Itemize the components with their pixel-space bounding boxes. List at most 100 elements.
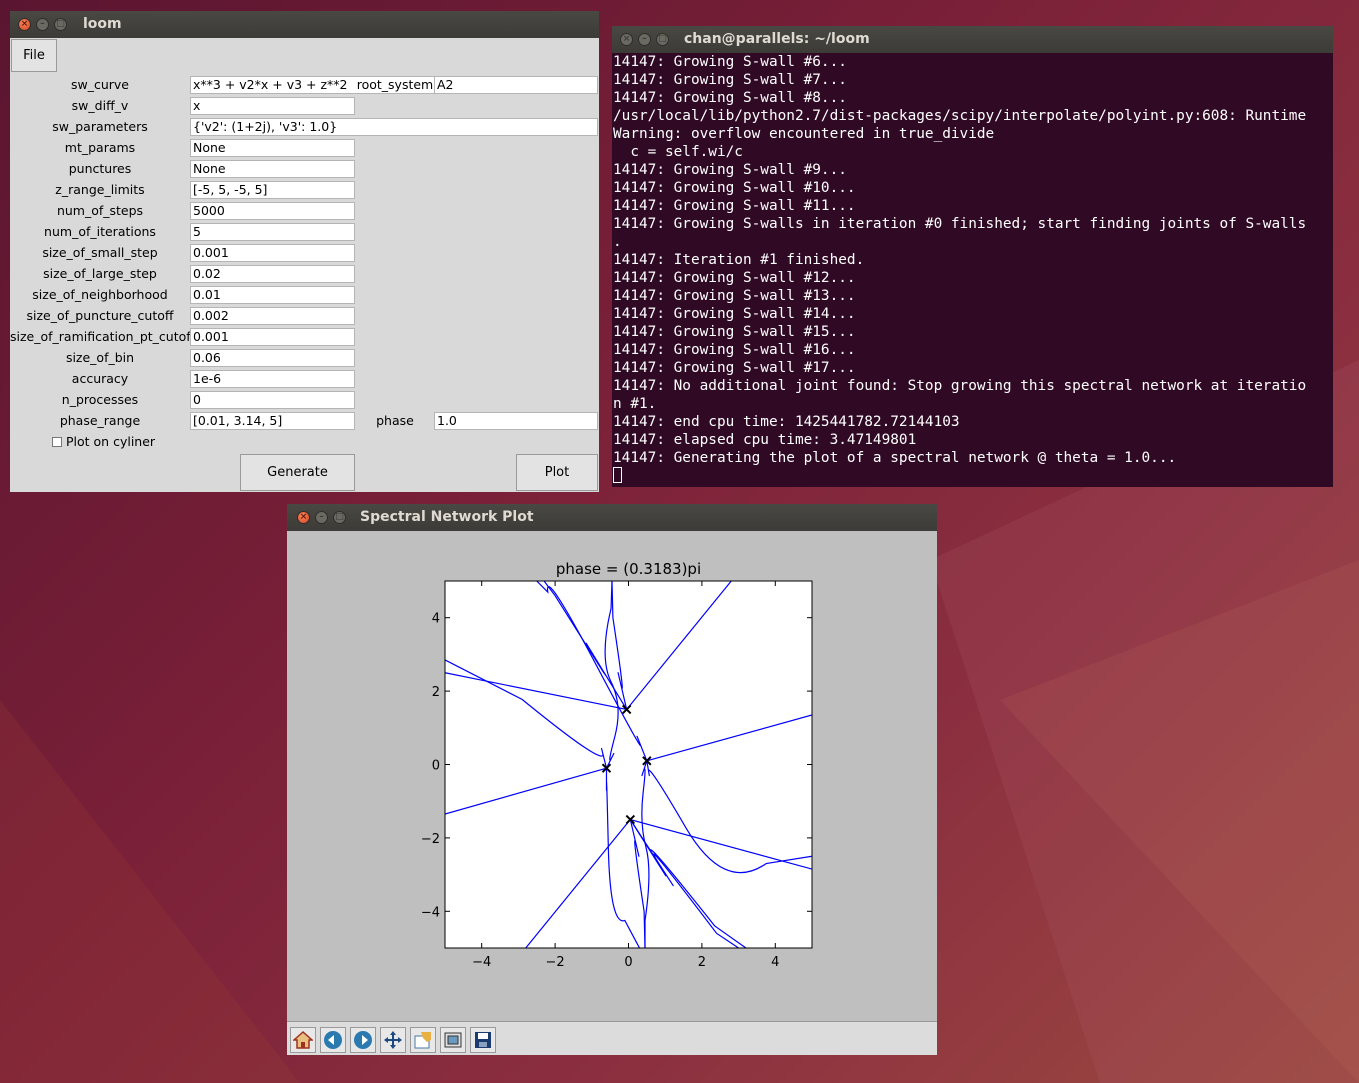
field-input-size-of-puncture-cutoff[interactable]: 0.002 (190, 307, 355, 325)
menu-bar: File (10, 38, 599, 75)
field-label: z_range_limits (55, 182, 145, 197)
field-input-size-of-small-step[interactable]: 0.001 (190, 244, 355, 262)
terminal-line: 14147: Generating the plot of a spectral… (613, 450, 1177, 466)
field-label: phase_range (59, 413, 141, 428)
forward-icon (354, 1031, 372, 1049)
home-icon (293, 1030, 313, 1049)
terminal-line: 14147: Growing S-wall #8... (613, 90, 847, 106)
field-input-phase-range[interactable]: [0.01, 3.14, 5] (190, 412, 355, 430)
terminal-line: 14147: Growing S-wall #14... (613, 306, 856, 322)
zoom-button[interactable] (410, 1027, 436, 1053)
minimize-window-button[interactable]: – (36, 18, 49, 31)
field-label: size_of_bin (65, 350, 135, 365)
terminal-line: 14147: Growing S-wall #6... (613, 54, 847, 70)
save-button[interactable] (470, 1027, 496, 1053)
x-tick-label: −2 (546, 955, 565, 970)
field-input-accuracy[interactable]: 1e-6 (190, 370, 355, 388)
terminal-line: 14147: elapsed cpu time: 3.47149801 (613, 432, 917, 448)
field-label: punctures (68, 161, 132, 176)
terminal-line: 14147: Growing S-wall #17... (613, 360, 856, 376)
maximize-window-button[interactable]: □ (656, 33, 669, 46)
field-label: sw_diff_v (71, 98, 129, 113)
terminal-line: 14147: Growing S-wall #13... (613, 288, 856, 304)
terminal-line: Warning: overflow encountered in true_di… (613, 126, 995, 142)
plot-button[interactable]: Plot (516, 454, 598, 491)
field-label: size_of_puncture_cutoff (26, 308, 174, 323)
y-tick-label: 0 (432, 759, 440, 774)
save-icon (475, 1032, 491, 1048)
field-label: num_of_steps (56, 203, 144, 218)
close-window-button[interactable]: × (620, 33, 633, 46)
plot-canvas[interactable]: −4 −2 0 2 4 4 2 0 −2 −4 phase = (0.3183)pi (290, 535, 934, 1019)
plot-on-cylinder-label: Plot on cyliner (66, 434, 156, 449)
field-label: mt_params (64, 140, 136, 155)
field-input-z-range-limits[interactable]: [-5, 5, -5, 5] (190, 181, 355, 199)
terminal-line: 14147: Iteration #1 finished. (613, 252, 865, 268)
field-input-size-of-ramification-pt-cutoff[interactable]: 0.001 (190, 328, 355, 346)
field-input-size-of-neighborhood[interactable]: 0.01 (190, 286, 355, 304)
field-input-size-of-large-step[interactable]: 0.02 (190, 265, 355, 283)
window-title: Spectral Network Plot (360, 509, 534, 525)
forward-button[interactable] (350, 1027, 376, 1053)
minimize-window-button[interactable]: – (315, 511, 328, 524)
field-label: size_of_ramification_pt_cutoff (10, 329, 195, 344)
maximize-window-button[interactable]: □ (54, 18, 67, 31)
terminal-output[interactable]: 14147: Growing S-wall #6... 14147: Growin… (612, 53, 1333, 487)
plot-on-cylinder-checkbox[interactable] (52, 437, 62, 447)
field-label: size_of_neighborhood (32, 287, 168, 302)
loom-window: × – □ loom File sw_curve x**3 + v2*x + v3… (10, 11, 599, 492)
minimize-window-button[interactable]: – (638, 33, 651, 46)
terminal-line: 14147: Growing S-walls in iteration #0 f… (613, 216, 1307, 232)
pan-button[interactable] (380, 1027, 406, 1053)
field-input-sw-diff-v[interactable]: x (190, 97, 355, 115)
y-tick-label: 4 (432, 612, 440, 627)
field-label: sw_parameters (52, 119, 148, 134)
home-button[interactable] (290, 1027, 316, 1053)
terminal-line: /usr/local/lib/python2.7/dist-packages/s… (613, 108, 1307, 124)
field-label: accuracy (71, 371, 129, 386)
field-label: size_of_large_step (43, 266, 157, 281)
spectral-network-plot-window: × – □ Spectral Network Plot −4 −2 0 2 4 4 2 0 −2… (287, 504, 937, 1055)
y-tick-label: −2 (421, 832, 440, 847)
pan-icon (384, 1031, 402, 1049)
field-input-punctures[interactable]: None (190, 160, 355, 178)
terminal-line: 14147: Growing S-wall #16... (613, 342, 856, 358)
terminal-line: n #1. (613, 396, 657, 412)
y-tick-label: −4 (421, 905, 440, 920)
file-menu-button[interactable]: File (11, 39, 57, 72)
zoom-icon (414, 1032, 431, 1049)
terminal-titlebar: × – □ chan@parallels: ~/loom (612, 26, 1333, 53)
terminal-line: 14147: Growing S-wall #10... (613, 180, 856, 196)
plot-titlebar: × – □ Spectral Network Plot (287, 504, 937, 531)
x-tick-label: −4 (472, 955, 491, 970)
loom-titlebar: × – □ loom (10, 11, 599, 38)
terminal-line: 14147: Growing S-wall #12... (613, 270, 856, 286)
window-title: loom (83, 16, 122, 32)
x-tick-label: 4 (771, 955, 779, 970)
root-system-input[interactable]: A2 (434, 76, 598, 94)
terminal-line: 14147: end cpu time: 1425441782.72144103 (613, 414, 960, 430)
field-label: num_of_iterations (44, 224, 156, 239)
spectral-network-chart: −4 −2 0 2 4 4 2 0 −2 −4 phase = (0.3183)pi (421, 560, 813, 970)
close-window-button[interactable]: × (297, 511, 310, 524)
back-button[interactable] (320, 1027, 346, 1053)
field-input-num-of-iterations[interactable]: 5 (190, 223, 355, 241)
back-icon (324, 1031, 342, 1049)
subplots-button[interactable] (440, 1027, 466, 1053)
close-window-button[interactable]: × (18, 18, 31, 31)
field-input-size-of-bin[interactable]: 0.06 (190, 349, 355, 367)
field-input-n-processes[interactable]: 0 (190, 391, 355, 409)
phase-label: phase (376, 413, 414, 428)
field-input-num-of-steps[interactable]: 5000 (190, 202, 355, 220)
y-tick-label: 2 (432, 685, 440, 700)
field-input-sw-parameters[interactable]: {'v2': (1+2j), 'v3': 1.0} (190, 118, 598, 136)
terminal-line: 14147: No additional joint found: Stop g… (613, 378, 1307, 394)
terminal-window: × – □ chan@parallels: ~/loom 14147: Grow… (612, 26, 1333, 487)
phase-input[interactable]: 1.0 (434, 412, 598, 430)
field-input-mt-params[interactable]: None (190, 139, 355, 157)
terminal-line: c = self.wi/c (613, 144, 743, 160)
generate-button[interactable]: Generate (240, 454, 355, 491)
maximize-window-button[interactable]: □ (333, 511, 346, 524)
terminal-line: 14147: Growing S-wall #7... (613, 72, 847, 88)
x-tick-label: 0 (624, 955, 632, 970)
